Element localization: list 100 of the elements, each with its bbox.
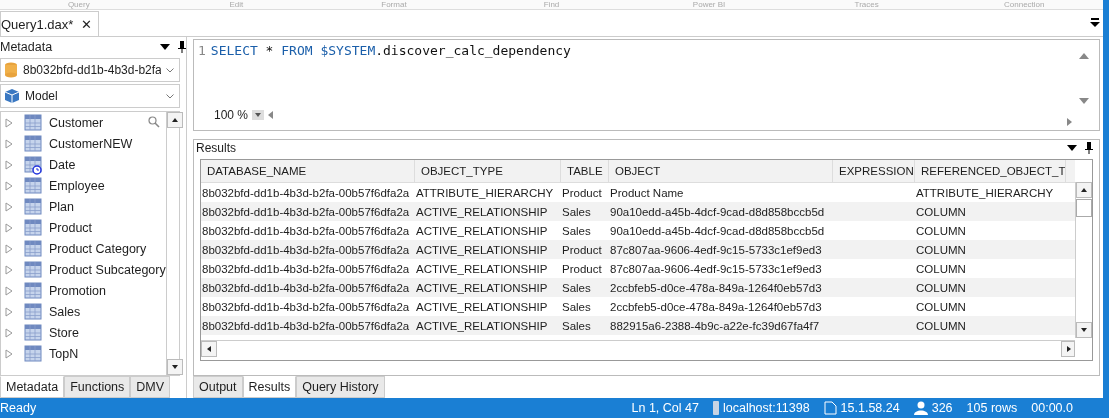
table-cell: Sales xyxy=(562,224,591,237)
scroll-up-icon[interactable] xyxy=(166,112,183,128)
document-tab[interactable]: Query1.dax* ✕ xyxy=(0,11,100,36)
panel-tab[interactable]: Metadata xyxy=(0,376,65,398)
expand-arrow-icon[interactable] xyxy=(5,117,13,128)
table-tree-item[interactable]: Plan xyxy=(1,196,166,217)
date-table-icon xyxy=(24,154,44,175)
table-cell: 8b032bfd-dd1b-4b3d-b2fa-00b57f6dfa2a xyxy=(202,319,410,332)
expand-arrow-icon[interactable] xyxy=(5,306,13,317)
table-icon xyxy=(24,112,44,133)
table-cell: ATTRIBUTE_HIERARCHY xyxy=(916,186,1054,199)
table-tree-item[interactable]: Store xyxy=(1,322,166,343)
table-icon xyxy=(24,133,44,154)
table-icon xyxy=(24,259,44,280)
expand-arrow-icon[interactable] xyxy=(5,327,13,338)
pin-icon[interactable] xyxy=(178,41,186,53)
expand-arrow-icon[interactable] xyxy=(5,285,13,296)
dropdown-icon[interactable] xyxy=(1067,145,1077,151)
expand-arrow-icon[interactable] xyxy=(5,222,13,233)
chevron-down-icon[interactable] xyxy=(166,67,174,73)
scroll-left-icon[interactable] xyxy=(201,341,217,357)
table-tree-item[interactable]: Product Subcategory xyxy=(1,259,166,280)
table-cell: 2ccbfeb5-d0ce-478a-849a-1264f0eb57d3 xyxy=(610,300,822,313)
table-icon xyxy=(24,175,44,196)
ribbon-group-label: Format xyxy=(380,0,408,9)
panel-tab[interactable]: DMV xyxy=(130,376,171,398)
cube-icon xyxy=(4,88,20,104)
table-tree-item[interactable]: Sales xyxy=(1,301,166,322)
version-number: 15.1.58.24 xyxy=(840,401,900,415)
table-cell: COLUMN xyxy=(916,205,966,218)
table-cell: COLUMN xyxy=(916,243,966,256)
panel-tab[interactable]: Functions xyxy=(64,376,131,398)
scroll-right-icon[interactable] xyxy=(1061,341,1075,357)
table-tree-item[interactable]: Product Category xyxy=(1,238,166,259)
table-tree-item[interactable]: Date xyxy=(1,154,166,175)
table-cell: 8b032bfd-dd1b-4b3d-b2fa-00b57f6dfa2a xyxy=(202,243,410,256)
scrollbar[interactable] xyxy=(165,112,182,375)
expand-arrow-icon[interactable] xyxy=(5,264,13,275)
dropdown-icon[interactable] xyxy=(252,110,265,120)
table-cell: Product Name xyxy=(610,186,684,199)
expand-arrow-icon[interactable] xyxy=(5,180,13,191)
results-tab[interactable]: Query History xyxy=(296,376,385,398)
scroll-thumb[interactable] xyxy=(1076,199,1092,217)
server-name: localhost:11398 xyxy=(722,401,810,415)
table-cell: 90a10edd-a45b-4dcf-9cad-d8d858bccb5d xyxy=(610,224,825,237)
table-cell: 882915a6-2388-4b9c-a22e-fc39d67fa4f7 xyxy=(610,319,820,332)
table-icon xyxy=(24,217,44,238)
query-editor[interactable]: 1 SELECT * FROM $SYSTEM.discover_calc_dependency 100 % xyxy=(193,39,1100,131)
panel-title: Results xyxy=(196,141,236,155)
table-cell: ACTIVE_RELATIONSHIP xyxy=(416,243,548,256)
overflow-icon[interactable] xyxy=(1089,18,1101,28)
column-header[interactable]: EXPRESSION xyxy=(833,160,915,182)
database-dropdown[interactable]: 8b032bfd-dd1b-4b3d-b2fa xyxy=(0,58,180,82)
model-dropdown[interactable]: Model xyxy=(0,84,180,108)
column-header[interactable]: REFERENCED_OBJECT_T xyxy=(915,160,1067,182)
table-tree-item[interactable]: CustomerNEW xyxy=(1,133,166,154)
query-duration: 00:00.0 xyxy=(1031,401,1073,415)
chevron-down-icon[interactable] xyxy=(166,93,174,99)
server-icon xyxy=(712,401,719,415)
line-number: 1 xyxy=(198,43,206,58)
table-tree-item[interactable]: Customer xyxy=(1,112,166,133)
scroll-down-icon[interactable] xyxy=(1076,322,1092,338)
table-cell: COLUMN xyxy=(916,262,966,275)
search-icon[interactable] xyxy=(147,116,160,128)
ribbon-group-label: Find xyxy=(542,0,561,9)
table-cell: Product xyxy=(562,262,602,275)
expand-arrow-icon[interactable] xyxy=(5,201,13,212)
table-icon xyxy=(24,238,44,259)
table-tree-item[interactable]: Employee xyxy=(1,175,166,196)
horizontal-scrollbar[interactable] xyxy=(201,340,1075,357)
scroll-down-icon[interactable] xyxy=(166,359,183,375)
scroll-up-icon[interactable] xyxy=(1076,182,1092,198)
panel-title: Metadata xyxy=(0,40,54,54)
column-header[interactable]: DATABASE_NAME xyxy=(201,160,415,182)
expand-arrow-icon[interactable] xyxy=(5,159,13,170)
table-cell: COLUMN xyxy=(916,319,966,332)
dropdown-icon[interactable] xyxy=(160,44,170,50)
status-text: Ready xyxy=(0,401,38,415)
results-tab[interactable]: Results xyxy=(242,376,297,398)
expand-arrow-icon[interactable] xyxy=(5,348,13,359)
close-icon[interactable]: ✕ xyxy=(81,16,93,32)
ribbon-group-label: Query xyxy=(66,0,91,9)
zoom-level[interactable]: 100 % xyxy=(214,108,249,122)
table-tree-item[interactable]: Product xyxy=(1,217,166,238)
session-id: 326 xyxy=(931,401,953,415)
column-header[interactable]: OBJECT_TYPE xyxy=(415,160,561,182)
expand-arrow-icon[interactable] xyxy=(5,138,13,149)
table-cell: Sales xyxy=(562,300,591,313)
table-tree-item[interactable]: Promotion xyxy=(1,280,166,301)
column-header[interactable]: OBJECT xyxy=(609,160,833,182)
expand-arrow-icon[interactable] xyxy=(5,243,13,254)
vertical-scrollbar[interactable] xyxy=(1075,182,1092,338)
table-cell: 8b032bfd-dd1b-4b3d-b2fa-00b57f6dfa2a xyxy=(202,224,410,237)
pin-icon[interactable] xyxy=(1085,142,1093,154)
column-header[interactable]: TABLE xyxy=(561,160,609,182)
table-tree-item[interactable]: TopN xyxy=(1,343,166,364)
results-tab[interactable]: Output xyxy=(193,376,243,398)
table-cell: ACTIVE_RELATIONSHIP xyxy=(416,262,548,275)
ribbon-group-label: Power BI xyxy=(691,0,727,9)
ribbon-group-label: Edit xyxy=(228,0,245,9)
